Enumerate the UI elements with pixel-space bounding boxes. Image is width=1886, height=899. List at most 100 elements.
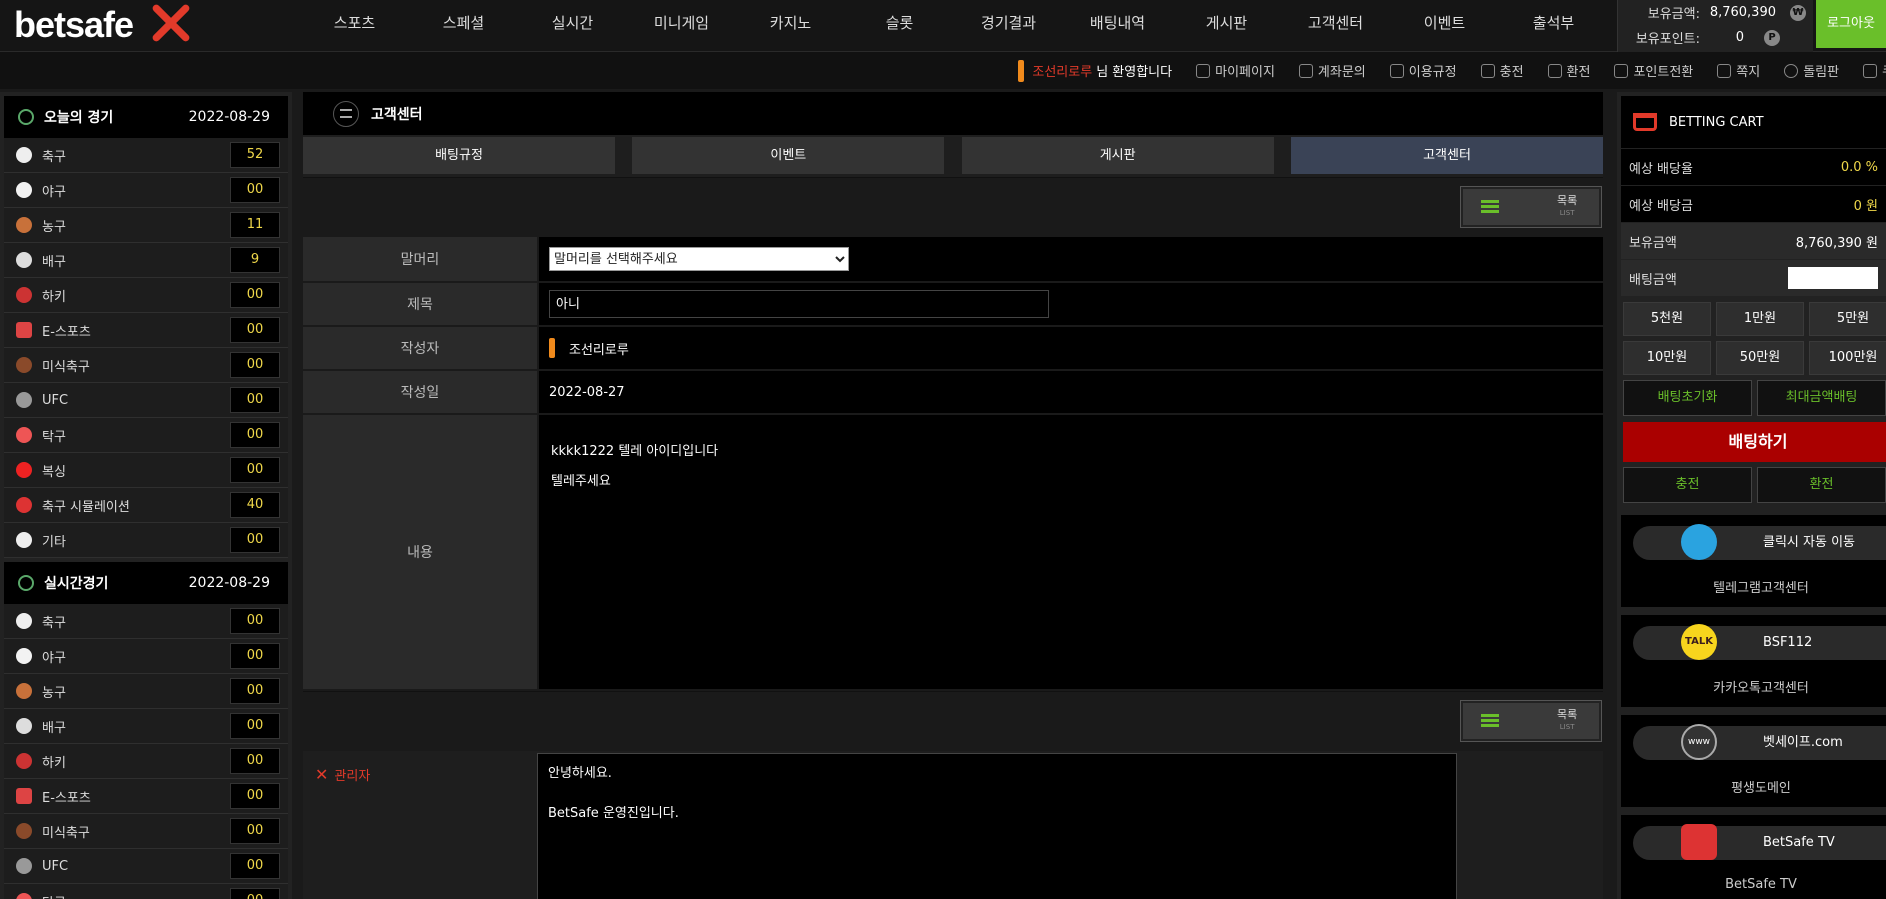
sport-item-esports[interactable]: E-스포츠 00 [4, 313, 288, 348]
link-messages[interactable]: 쪽지 [1717, 61, 1760, 80]
football-icon [16, 357, 32, 373]
sport-item-soccer-sim[interactable]: 축구 시뮬레이션 40 [4, 488, 288, 523]
live-item-esports[interactable]: E-스포츠 00 [4, 779, 288, 814]
amount-50k-button[interactable]: 5만원 [1809, 302, 1886, 336]
live-item-football[interactable]: 미식축구 00 [4, 814, 288, 849]
sport-item-baseball[interactable]: 야구 00 [4, 173, 288, 208]
max-bet-button[interactable]: 최대금액배팅 [1757, 380, 1886, 416]
nav-results[interactable]: 경기결과 [954, 0, 1063, 46]
tab-board[interactable]: 게시판 [961, 137, 1274, 174]
betsafe-tv-card[interactable]: BetSafe TV BetSafe TV [1621, 815, 1886, 899]
headset-icon [1298, 63, 1313, 78]
sport-item-volleyball[interactable]: 배구 9 [4, 243, 288, 278]
game-count: 00 [230, 177, 280, 203]
nav-casino[interactable]: 카지노 [736, 0, 845, 46]
game-count: 00 [230, 713, 280, 739]
tab-events[interactable]: 이벤트 [632, 137, 945, 174]
list-button[interactable]: 목록 LIST [1460, 186, 1602, 228]
nav-board[interactable]: 게시판 [1172, 0, 1281, 46]
kakaotalk-card[interactable]: TALK BSF112 카카오톡고객센터 [1621, 615, 1886, 707]
paddle-icon [16, 893, 32, 899]
logout-button[interactable]: 로그아웃 [1816, 0, 1886, 48]
tab-support[interactable]: 고객센터 [1290, 137, 1603, 174]
main-nav: 스포츠 스페셜 실시간 미니게임 카지노 슬롯 경기결과 배팅내역 게시판 고객… [300, 0, 1608, 46]
glove-icon [16, 858, 32, 874]
live-item-volleyball[interactable]: 배구 00 [4, 709, 288, 744]
link-coupon[interactable]: 쿠폰 [1863, 61, 1886, 80]
nav-bet-history[interactable]: 배팅내역 [1063, 0, 1172, 46]
nav-attendance[interactable]: 출석부 [1499, 0, 1608, 46]
game-count: 00 [230, 457, 280, 483]
sport-item-other[interactable]: 기타 00 [4, 523, 288, 558]
live-item-ufc[interactable]: UFC 00 [4, 849, 288, 884]
nav-events[interactable]: 이벤트 [1390, 0, 1499, 46]
nav-minigame[interactable]: 미니게임 [627, 0, 736, 46]
bet-amount-row: 배팅금액 [1621, 259, 1886, 296]
field-date: 작성일 2022-08-27 [303, 371, 1603, 415]
sport-item-boxing[interactable]: 복싱 00 [4, 453, 288, 488]
live-item-table-tennis[interactable]: 탁구00 [4, 884, 288, 899]
sport-item-ufc[interactable]: UFC 00 [4, 383, 288, 418]
top-bar: betsafe 스포츠 스페셜 실시간 미니게임 카지노 슬롯 경기결과 배팅내… [0, 0, 1886, 52]
sport-item-table-tennis[interactable]: 탁구 00 [4, 418, 288, 453]
level-icon [549, 338, 555, 358]
tab-betting-rules[interactable]: 배팅규정 [303, 137, 615, 174]
nav-sports[interactable]: 스포츠 [300, 0, 409, 46]
link-mypage[interactable]: 마이페이지 [1196, 61, 1275, 80]
nav-slot[interactable]: 슬롯 [845, 0, 954, 46]
admin-x-icon: ✕ [315, 765, 329, 784]
sport-item-hockey[interactable]: 하키 00 [4, 278, 288, 313]
balance-value: 8,760,390 [1709, 5, 1776, 20]
amount-100k-button[interactable]: 10만원 [1623, 341, 1711, 375]
amount-500k-button[interactable]: 50만원 [1716, 341, 1804, 375]
reply-body: 안녕하세요. BetSafe 운영진입니다. [537, 753, 1457, 899]
left-sports-panel: 오늘의 경기 2022-08-29 축구 52 야구 00 농구 11 배구 9 하키 0… [0, 92, 292, 899]
withdraw-button[interactable]: 환전 [1757, 467, 1886, 503]
nav-live[interactable]: 실시간 [518, 0, 627, 46]
link-point-convert[interactable]: 포인트전환 [1614, 61, 1693, 80]
live-item-baseball[interactable]: 야구 00 [4, 639, 288, 674]
game-count: 00 [230, 422, 280, 448]
live-item-soccer[interactable]: 축구 00 [4, 604, 288, 639]
cart-balance: 8,760,390 원 [1795, 235, 1878, 251]
telegram-card[interactable]: 클릭시 자동 이동 텔레그램고객센터 [1621, 515, 1886, 607]
reply-author: ✕ 관리자 [303, 753, 537, 899]
game-count: 00 [230, 678, 280, 704]
bet-amount-input[interactable] [1788, 267, 1878, 289]
game-count: 9 [230, 247, 280, 273]
logo[interactable]: betsafe [14, 4, 134, 46]
link-deposit[interactable]: 충전 [1480, 61, 1524, 80]
deposit-button[interactable]: 충전 [1623, 467, 1752, 503]
reset-bet-button[interactable]: 배팅초기화 [1623, 380, 1752, 416]
list-button[interactable]: 목록 LIST [1460, 700, 1602, 742]
live-item-hockey[interactable]: 하키 00 [4, 744, 288, 779]
subject-input[interactable]: 아니 [549, 290, 1049, 318]
place-bet-button[interactable]: 배팅하기 [1623, 422, 1886, 462]
game-count: 00 [230, 853, 280, 879]
cart-icon [1633, 113, 1657, 131]
nav-support[interactable]: 고객센터 [1281, 0, 1390, 46]
sport-item-football[interactable]: 미식축구 00 [4, 348, 288, 383]
kakaotalk-icon: TALK [1681, 624, 1717, 660]
field-subject: 제목 아니 [303, 283, 1603, 327]
link-roulette[interactable]: 돌림판 [1784, 61, 1839, 80]
ellipsis-icon [16, 532, 32, 548]
sport-item-soccer[interactable]: 축구 52 [4, 138, 288, 173]
amount-5k-button[interactable]: 5천원 [1623, 302, 1711, 336]
amount-10k-button[interactable]: 1만원 [1716, 302, 1804, 336]
link-account-inquiry[interactable]: 계좌문의 [1298, 61, 1366, 80]
amount-1m-button[interactable]: 100만원 [1809, 341, 1886, 375]
nav-special[interactable]: 스페셜 [409, 0, 518, 46]
domain-card[interactable]: www 벳세이프.com 평생도메인 [1621, 715, 1886, 807]
field-prefix: 말머리 말머리를 선택해주세요 [303, 237, 1603, 283]
hockey-icon [16, 287, 32, 303]
admin-reply: ✕ 관리자 안녕하세요. BetSafe 운영진입니다. [303, 753, 1603, 899]
sport-item-basketball[interactable]: 농구 11 [4, 208, 288, 243]
link-rules[interactable]: 이용규정 [1389, 61, 1457, 80]
list-icon [1481, 200, 1499, 214]
link-withdraw[interactable]: 환전 [1547, 61, 1590, 80]
game-count: 00 [230, 783, 280, 809]
prefix-label: 말머리 [303, 237, 537, 281]
live-item-basketball[interactable]: 농구 00 [4, 674, 288, 709]
prefix-select[interactable]: 말머리를 선택해주세요 [549, 247, 849, 271]
